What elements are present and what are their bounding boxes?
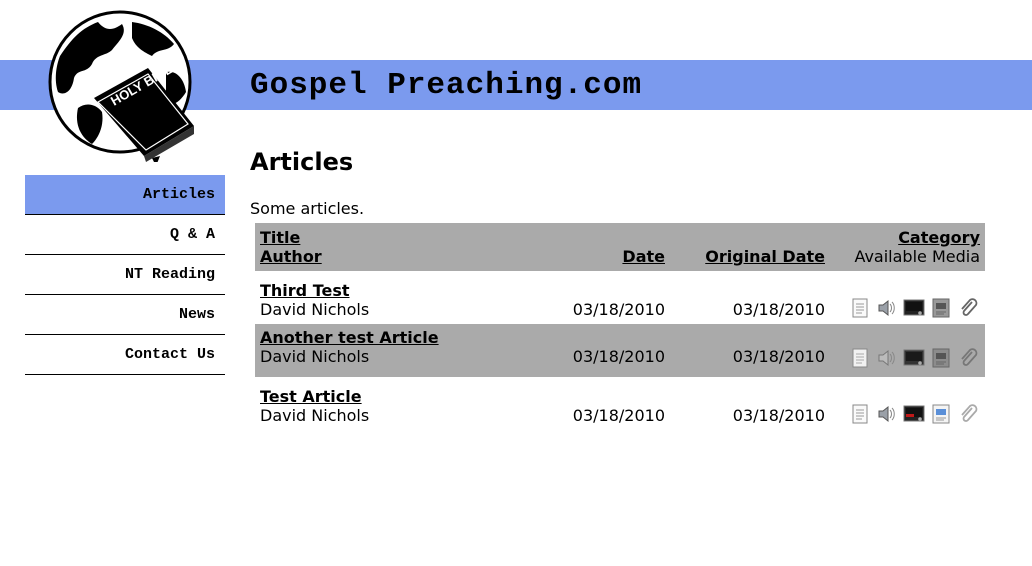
- article-original-date: 03/18/2010: [732, 300, 825, 319]
- audio-icon[interactable]: [876, 403, 898, 425]
- image-icon[interactable]: [930, 347, 952, 369]
- article-original-date: 03/18/2010: [732, 347, 825, 366]
- article-date: 03/18/2010: [572, 406, 665, 425]
- nav-item-qa[interactable]: Q & A: [25, 215, 225, 255]
- sort-category-link[interactable]: Category: [898, 228, 980, 247]
- nav-item-nt-reading[interactable]: NT Reading: [25, 255, 225, 295]
- attachment-icon[interactable]: [957, 347, 979, 369]
- article-author: David Nichols: [260, 300, 370, 319]
- page-intro: Some articles.: [250, 199, 365, 218]
- audio-icon[interactable]: [876, 347, 898, 369]
- sort-author-link[interactable]: Author: [260, 247, 322, 266]
- media-icons: [849, 403, 979, 425]
- media-icons: [849, 347, 979, 369]
- article-author: David Nichols: [260, 406, 370, 425]
- sort-original-date-link[interactable]: Original Date: [705, 247, 825, 266]
- sort-date-link[interactable]: Date: [622, 247, 665, 266]
- image-icon[interactable]: [930, 297, 952, 319]
- site-logo[interactable]: HOLY BIBLE: [48, 8, 198, 166]
- attachment-icon[interactable]: [957, 297, 979, 319]
- article-date: 03/18/2010: [572, 347, 665, 366]
- audio-icon[interactable]: [876, 297, 898, 319]
- available-media-label: Available Media: [854, 247, 980, 266]
- article-title-link[interactable]: Another test Article: [260, 328, 439, 347]
- table-header: Title Author Date Original Date Category…: [255, 223, 985, 271]
- table-row: Test Article David Nichols 03/18/2010 03…: [255, 377, 985, 430]
- media-icons: [849, 297, 979, 319]
- document-icon[interactable]: [849, 403, 871, 425]
- nav-item-articles[interactable]: Articles: [25, 175, 225, 215]
- attachment-icon[interactable]: [957, 403, 979, 425]
- sort-title-link[interactable]: Title: [260, 228, 300, 247]
- page-title: Articles: [250, 148, 354, 176]
- nav-item-contact-us[interactable]: Contact Us: [25, 335, 225, 375]
- article-author: David Nichols: [260, 347, 370, 366]
- nav-item-news[interactable]: News: [25, 295, 225, 335]
- article-date: 03/18/2010: [572, 300, 665, 319]
- site-title: Gospel Preaching.com: [250, 68, 643, 103]
- article-title-link[interactable]: Test Article: [260, 387, 362, 406]
- table-row: Another test Article David Nichols 03/18…: [255, 324, 985, 377]
- image-icon[interactable]: [930, 403, 952, 425]
- video-icon[interactable]: [903, 403, 925, 425]
- video-icon[interactable]: [903, 297, 925, 319]
- globe-bible-icon: HOLY BIBLE: [48, 10, 194, 166]
- document-icon[interactable]: [849, 297, 871, 319]
- video-icon[interactable]: [903, 347, 925, 369]
- document-icon[interactable]: [849, 347, 871, 369]
- table-row: Third Test David Nichols 03/18/2010 03/1…: [255, 271, 985, 324]
- article-original-date: 03/18/2010: [732, 406, 825, 425]
- article-title-link[interactable]: Third Test: [260, 281, 350, 300]
- articles-table: Title Author Date Original Date Category…: [255, 223, 985, 430]
- sidebar-nav: Articles Q & A NT Reading News Contact U…: [25, 175, 225, 375]
